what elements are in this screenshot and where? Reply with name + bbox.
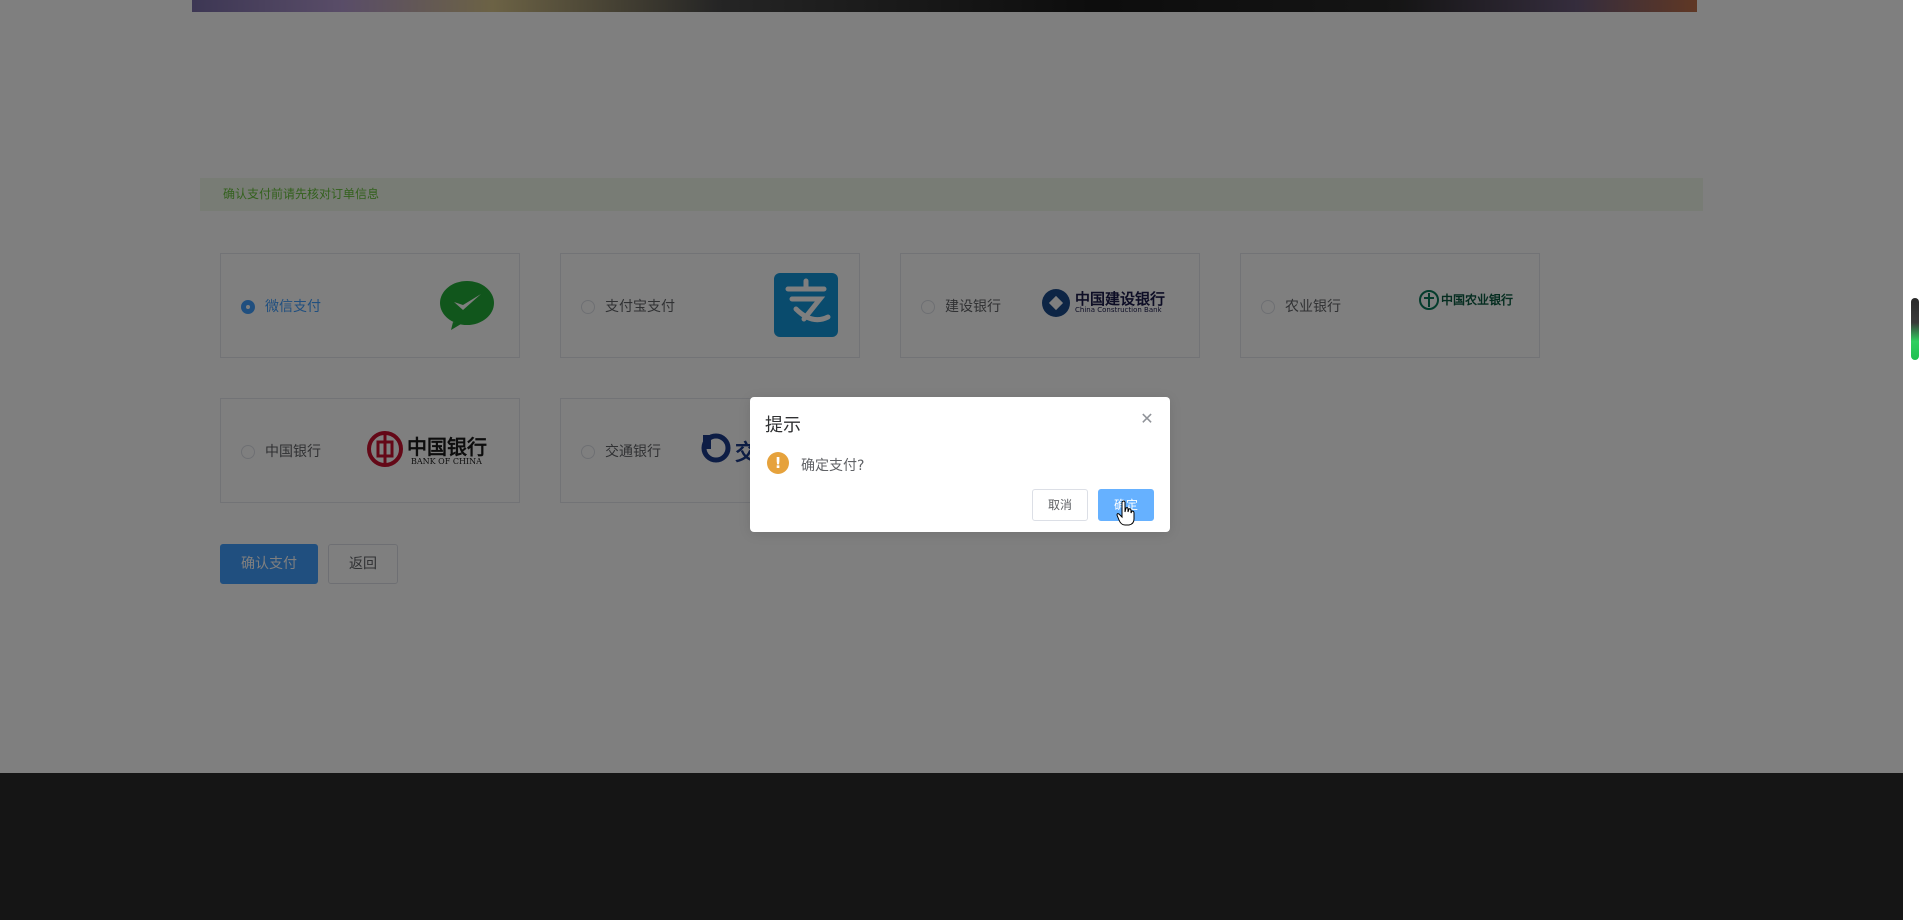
dialog-title: 提示: [765, 415, 801, 436]
hand-cursor-icon: [1116, 500, 1135, 526]
scrollbar[interactable]: [1903, 0, 1920, 920]
close-icon[interactable]: ✕: [1139, 411, 1155, 427]
confirm-dialog: 提示 ✕ ! 确定支付? 取消 确定: [750, 397, 1170, 532]
dialog-cancel-button[interactable]: 取消: [1032, 489, 1088, 521]
dialog-message: 确定支付?: [801, 458, 865, 474]
warning-icon: !: [767, 452, 789, 474]
scrollbar-thumb[interactable]: [1911, 298, 1919, 360]
